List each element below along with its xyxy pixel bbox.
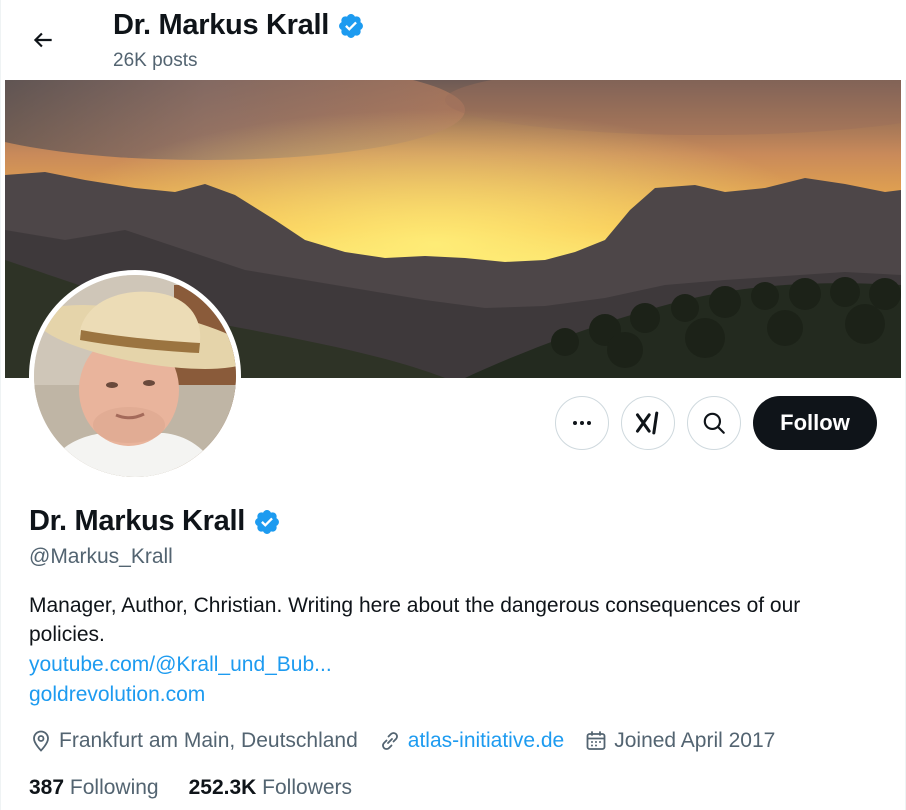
followers-stat[interactable]: 252.3K Followers <box>189 776 352 800</box>
grok-button[interactable] <box>621 396 675 450</box>
website-link[interactable]: atlas-initiative.de <box>408 729 564 753</box>
header-display-name: Dr. Markus Krall <box>113 9 330 41</box>
following-label: Following <box>69 776 159 799</box>
calendar-icon <box>586 731 606 750</box>
profile-display-name-row: Dr. Markus Krall <box>29 505 281 538</box>
profile-display-name: Dr. Markus Krall <box>29 505 246 537</box>
profile-bio: Manager, Author, Christian. Writing here… <box>29 594 801 646</box>
link-icon <box>381 732 398 750</box>
joined-item: Joined April 2017 <box>584 729 775 753</box>
header-title: Dr. Markus Krall <box>113 9 365 42</box>
back-arrow-icon <box>33 32 52 48</box>
back-button[interactable] <box>23 20 63 60</box>
grok-icon <box>635 411 659 435</box>
location-item: Frankfurt am Main, Deutschland <box>29 729 358 753</box>
follow-button[interactable]: Follow <box>753 396 877 450</box>
bio-link-youtube[interactable]: youtube.com/@Krall_und_Bub... <box>29 653 332 677</box>
profile-page: Dr. Markus Krall 26K posts Follow Dr. Ma… <box>0 0 906 810</box>
avatar-image <box>34 275 236 477</box>
following-count: 387 <box>29 776 65 799</box>
location-icon <box>33 730 49 752</box>
verified-badge-icon <box>339 13 363 38</box>
profile-avatar[interactable] <box>29 270 241 482</box>
more-icon <box>573 421 591 425</box>
more-button[interactable] <box>555 396 609 450</box>
followers-count: 252.3K <box>188 776 257 799</box>
posts-count: 26K posts <box>113 50 198 71</box>
location-text: Frankfurt am Main, Deutschland <box>59 729 358 752</box>
following-stat[interactable]: 387 Following <box>29 776 159 800</box>
search-button[interactable] <box>687 396 741 450</box>
website-item: atlas-initiative.de <box>378 729 564 753</box>
verified-badge-icon[interactable] <box>253 508 281 536</box>
bio-link-goldrevolution[interactable]: goldrevolution.com <box>29 683 205 707</box>
followers-label: Followers <box>262 776 353 799</box>
profile-handle: @Markus_Krall <box>29 545 173 568</box>
joined-text: Joined April 2017 <box>614 729 776 752</box>
profile-stats: 387 Following 252.3K Followers <box>29 776 382 800</box>
profile-meta: Frankfurt am Main, Deutschland atlas-ini… <box>29 729 795 753</box>
search-icon <box>703 412 725 434</box>
top-bar: Dr. Markus Krall 26K posts <box>1 0 906 80</box>
